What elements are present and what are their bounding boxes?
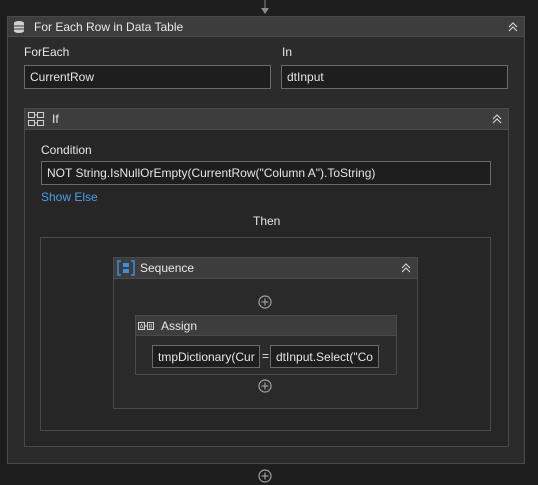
assign-operator: = <box>262 349 270 363</box>
sequence-header[interactable]: Sequence <box>114 258 417 279</box>
arrow-down-icon <box>259 0 271 16</box>
sequence-title: Sequence <box>140 261 195 275</box>
add-activity-icon[interactable] <box>258 379 272 393</box>
if-header[interactable]: If <box>25 109 508 130</box>
condition-label: Condition <box>41 143 92 157</box>
assign-to-field[interactable]: tmpDictionary(Cur <box>152 345 260 368</box>
in-label: In <box>282 45 293 59</box>
data-table-icon <box>13 20 25 34</box>
foreach-label: ForEach <box>24 45 70 59</box>
if-icon <box>28 112 44 126</box>
sequence-icon <box>117 260 135 276</box>
assign-value-field[interactable]: dtInput.Select("Co <box>270 345 379 368</box>
foreach-variable-field[interactable]: CurrentRow <box>24 65 271 89</box>
add-activity-icon[interactable] <box>258 469 272 483</box>
assign-icon: AB <box>138 320 154 332</box>
collapse-icon[interactable] <box>508 21 518 32</box>
foreach-title: For Each Row in Data Table <box>34 19 184 34</box>
foreach-header[interactable]: For Each Row in Data Table <box>8 17 524 37</box>
collapse-icon[interactable] <box>492 114 502 124</box>
assign-title: Assign <box>161 318 198 333</box>
then-label: Then <box>253 214 281 228</box>
collapse-icon[interactable] <box>401 263 411 273</box>
condition-field[interactable]: NOT String.IsNullOrEmpty(CurrentRow("Col… <box>41 161 491 185</box>
show-else-link[interactable]: Show Else <box>41 190 98 204</box>
assign-header[interactable]: AB Assign <box>136 316 396 336</box>
svg-text:B: B <box>148 323 152 330</box>
add-activity-icon[interactable] <box>258 295 272 309</box>
if-title: If <box>52 112 59 126</box>
in-collection-field[interactable]: dtInput <box>281 65 508 89</box>
